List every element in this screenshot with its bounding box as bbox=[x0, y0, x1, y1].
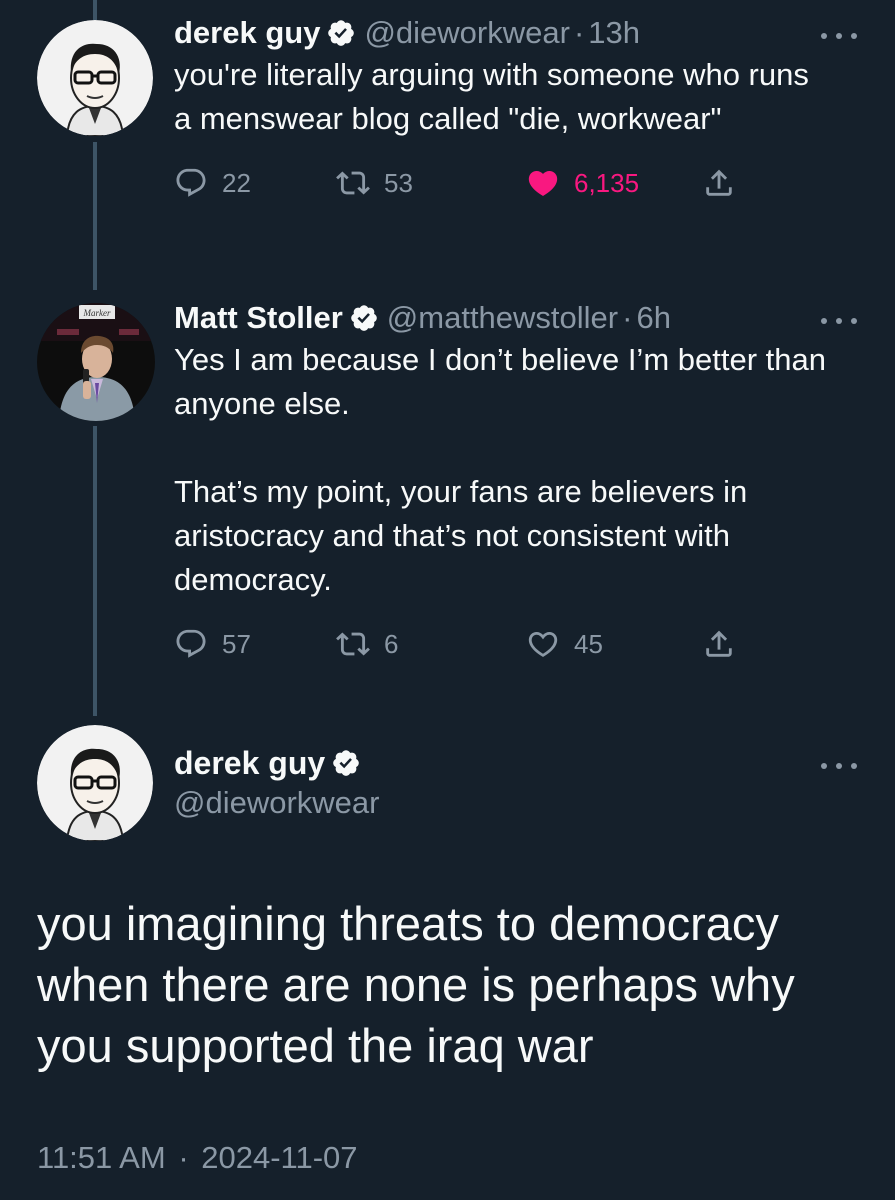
display-name[interactable]: derek guy bbox=[174, 745, 325, 782]
verified-badge-icon bbox=[349, 303, 379, 333]
retweet-button[interactable]: 53 bbox=[336, 161, 413, 205]
tweet-text: you're literally arguing with someone wh… bbox=[174, 57, 818, 136]
more-options-icon[interactable] bbox=[821, 761, 857, 771]
like-count: 6,135 bbox=[574, 167, 640, 198]
like-button[interactable]: 6,135 bbox=[526, 161, 639, 205]
tweet-timestamp[interactable]: 11:51 AM · 2024-11-07 bbox=[37, 1140, 358, 1176]
retweet-button[interactable]: 6 bbox=[336, 622, 398, 666]
retweet-icon bbox=[336, 632, 370, 656]
tweet-actions: 57 6 45 bbox=[174, 622, 895, 666]
reply-button[interactable]: 22 bbox=[174, 161, 251, 205]
more-options-icon[interactable] bbox=[821, 31, 857, 41]
reply-count: 57 bbox=[222, 628, 251, 659]
separator-dot: · bbox=[622, 300, 633, 335]
reply-icon bbox=[176, 168, 206, 197]
display-name[interactable]: Matt Stoller bbox=[174, 300, 343, 336]
separator-dot: · bbox=[573, 15, 585, 50]
main-tweet-text: you imagining threats to democracy when … bbox=[37, 897, 795, 1072]
avatar-sign-text: Marker bbox=[83, 308, 111, 318]
share-icon bbox=[706, 630, 732, 657]
reply-count: 22 bbox=[222, 167, 251, 198]
share-button[interactable] bbox=[702, 161, 736, 205]
retweet-icon bbox=[336, 171, 370, 195]
more-options-icon[interactable] bbox=[821, 316, 857, 326]
tweet-time[interactable]: 6h bbox=[636, 300, 670, 336]
share-button[interactable] bbox=[702, 622, 736, 666]
verified-badge-icon bbox=[331, 748, 361, 778]
thread-line bbox=[93, 142, 97, 290]
share-icon bbox=[706, 169, 732, 196]
user-handle[interactable]: @dieworkwear bbox=[364, 15, 569, 51]
reply-tweet-1[interactable]: derek guy @dieworkwear · 13h you're lite… bbox=[174, 13, 895, 205]
heart-icon bbox=[528, 631, 558, 657]
like-button[interactable]: 45 bbox=[526, 622, 603, 666]
thread-line bbox=[93, 426, 97, 716]
reply-tweet-2[interactable]: Matt Stoller @matthewstoller · 6h Yes I … bbox=[174, 298, 895, 666]
display-name[interactable]: derek guy bbox=[174, 15, 320, 51]
tweet-actions: 22 53 6,135 bbox=[174, 161, 895, 205]
user-handle[interactable]: @matthewstoller bbox=[387, 300, 618, 336]
separator-dot: · bbox=[178, 1140, 189, 1175]
retweet-count: 6 bbox=[384, 628, 399, 659]
thread-line bbox=[93, 0, 97, 20]
tweet-time[interactable]: 13h bbox=[588, 15, 640, 51]
avatar[interactable] bbox=[37, 725, 153, 841]
main-tweet-header: derek guy @dieworkwear bbox=[174, 743, 895, 823]
tweet-text: Yes I am because I don’t believe I’m bet… bbox=[174, 342, 826, 597]
heart-filled-icon bbox=[528, 170, 558, 196]
tweet-date: 2024-11-07 bbox=[201, 1140, 358, 1175]
like-count: 45 bbox=[574, 628, 603, 659]
retweet-count: 53 bbox=[384, 167, 413, 198]
avatar[interactable]: Marker bbox=[37, 303, 155, 421]
user-handle[interactable]: @dieworkwear bbox=[174, 783, 895, 823]
reply-button[interactable]: 57 bbox=[174, 622, 251, 666]
avatar[interactable] bbox=[37, 20, 153, 136]
tweet-time: 11:51 AM bbox=[37, 1140, 166, 1175]
verified-badge-icon bbox=[326, 18, 356, 48]
reply-icon bbox=[176, 629, 206, 658]
